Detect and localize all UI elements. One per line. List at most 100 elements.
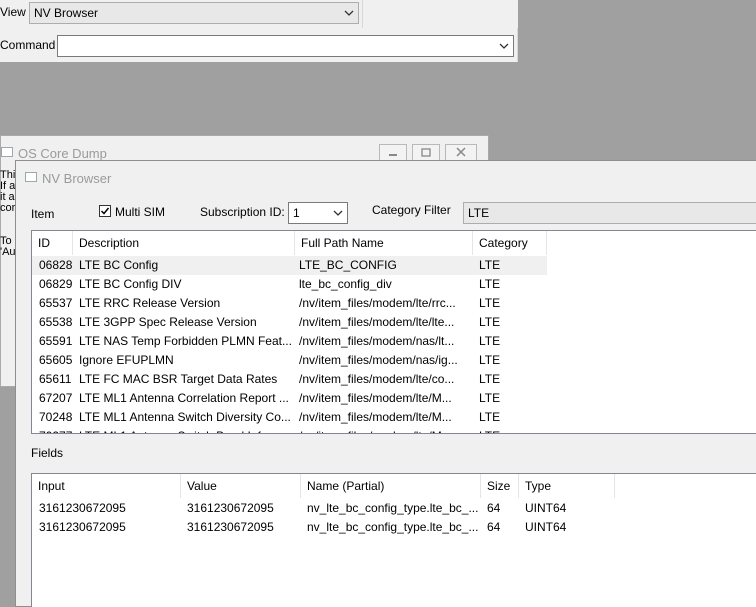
table-cell: /nv/item_files/modem/lte/M... [299,391,452,405]
table-cell: LTE [479,372,501,386]
column-header-size[interactable]: Size [481,474,519,498]
window-icon [25,172,37,182]
table-cell: lte_bc_config_div [299,277,392,291]
table-cell: LTE BC Config [79,258,159,272]
workspace-background [518,0,756,62]
table-row[interactable]: 70248 LTE ML1 Antenna Switch Diversity Co… [32,408,547,427]
multi-sim-label: Multi SIM [115,205,166,219]
checkmark-icon [100,207,110,215]
fields-label: Fields [31,446,64,460]
view-select[interactable]: NV Browser [29,2,359,24]
table-cell: UINT64 [525,501,567,515]
restore-icon [421,148,431,157]
close-icon [456,147,466,157]
chevron-down-icon [499,43,509,49]
subscription-id-select[interactable]: 1 [288,202,348,224]
os-core-dump-title: OS Core Dump [18,146,107,161]
multi-sim-checkbox[interactable] [99,205,111,217]
column-header-category[interactable]: Category [473,231,547,255]
table-cell: LTE [479,353,501,367]
text-line: cor [0,202,16,214]
os-core-dump-text: Thi If a it a cor To 'Au [0,170,16,258]
table-cell: 65591 [39,334,73,348]
command-label: Command [0,38,56,52]
table-cell: 65605 [39,353,73,367]
column-header-input[interactable]: Input [32,474,181,498]
table-cell: LTE RRC Release Version [79,296,221,310]
table-cell: 65538 [39,315,73,329]
table-cell: LTE [479,334,501,348]
chevron-down-icon [344,10,354,16]
table-cell: /nv/item_files/modem/lte/M... [299,410,452,424]
minimize-button[interactable] [379,144,407,161]
category-filter-input[interactable]: LTE [463,202,756,224]
table-cell: 06828 [39,258,73,272]
command-input[interactable] [57,35,514,57]
table-cell: 06829 [39,277,73,291]
table-cell: Ignore EFUPLMN [79,353,174,367]
table-cell: LTE ML1 Antenna Switch Diversity Co... [79,410,291,424]
table-cell: 64 [487,520,501,534]
subscription-id-value: 1 [293,206,300,220]
item-label: Item [31,207,55,221]
table-cell: 70277 [39,427,77,433]
table-cell: LTE NAS Temp Forbidden PLMN Feat... [79,334,292,348]
table-cell: nv_lte_bc_config_type.lte_bc_... [307,520,479,534]
table-row[interactable]: 06829 LTE BC Config DIV lte_bc_config_div L… [32,275,547,294]
column-header-id[interactable]: ID [32,231,73,255]
table-cell: LTE BC Config DIV [79,277,182,291]
view-label: View [0,5,26,19]
restore-button[interactable] [412,144,440,161]
category-filter-value: LTE [468,206,490,220]
table-cell: LTE 3GPP Spec Release Version [79,315,257,329]
table-row[interactable]: 67207 LTE ML1 Antenna Correlation Report … [32,389,547,408]
table-row[interactable]: 65538 LTE 3GPP Spec Release Version/nv/it… [32,313,547,332]
table-cell: 67207 [39,391,73,405]
table-cell: 3161230672095 [187,520,274,534]
table-cell: LTE [479,391,501,405]
items-table[interactable]: ID Description Full Path Name Category 0… [31,230,756,434]
table-cell: LTE ML1 Antenna Switch Band Info... [79,427,294,433]
table-cell: 65537 [39,296,73,310]
table-row[interactable]: 65611 LTE FC MAC BSR Target Data Rates/nv… [32,370,547,389]
column-header-full-path[interactable]: Full Path Name [295,231,473,255]
table-row[interactable]: 65591 LTE NAS Temp Forbidden PLMN Feat...… [32,332,547,351]
table-cell: LTE [479,315,501,329]
table-row[interactable]: 06828 LTE BC Config LTE_BC_CONFIG LTE [32,256,547,275]
table-row[interactable]: 65537 LTE RRC Release Version/nv/item_fil… [32,294,547,313]
table-cell: LTE [479,277,501,291]
table-cell: /nv/item_files/modem/lte/M... [299,427,474,433]
table-cell: 3161230672095 [39,520,126,534]
column-header-value[interactable]: Value [181,474,301,498]
table-cell: /nv/item_files/modem/lte/lte... [299,315,455,329]
table-cell: /nv/item_files/modem/nas/lt... [299,334,455,348]
text-line [0,214,16,236]
table-cell: LTE ML1 Antenna Correlation Report ... [79,391,289,405]
window-icon [1,147,13,157]
column-header-description[interactable]: Description [73,231,295,255]
table-cell: /nv/item_files/modem/lte/co... [299,372,455,386]
column-header-name[interactable]: Name (Partial) [301,474,481,498]
table-cell: LTE [479,410,501,424]
table-cell: /nv/item_files/modem/lte/rrc... [299,296,456,310]
table-row[interactable]: 65605 Ignore EFUPLMN/nv/item_files/modem/… [32,351,547,370]
table-row[interactable]: 3161230672095 3161230672095 nv_lte_bc_conf… [32,518,615,537]
table-row[interactable]: 3161230672095 3161230672095 nv_lte_bc_conf… [32,499,615,518]
category-filter-label: Category Filter [372,203,451,217]
table-cell: 70248 [39,410,73,424]
table-cell: nv_lte_bc_config_type.lte_bc_... [307,501,479,515]
table-cell: LTE [479,296,501,310]
close-button[interactable] [445,144,477,161]
chevron-down-icon [333,210,343,216]
table-cell: LTE [479,258,501,272]
table-cell: LTE FC MAC BSR Target Data Rates [79,372,278,386]
column-header-type[interactable]: Type [519,474,615,498]
table-cell: 3161230672095 [39,501,126,515]
table-cell: 3161230672095 [187,501,274,515]
subscription-id-label: Subscription ID: [200,205,285,219]
minimize-icon [389,154,397,156]
table-cell: 65611 [39,372,72,386]
table-row[interactable]: 70277LTE ML1 Antenna Switch Band Info...… [32,427,547,433]
fields-table[interactable]: Input Value Name (Partial) Size Type 316… [31,473,756,607]
table-cell: LTE_BC_CONFIG [299,258,397,272]
